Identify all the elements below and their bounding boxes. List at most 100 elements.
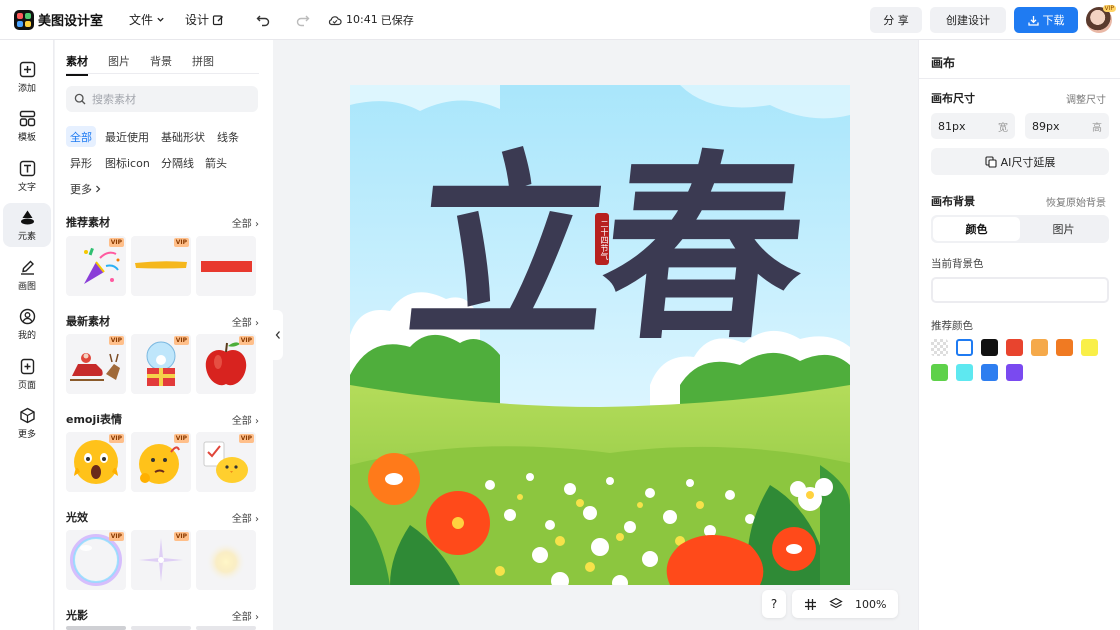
template-grid-icon [19,110,35,126]
section-all-recommended[interactable]: 全部 › [232,215,259,230]
chip-icons[interactable]: 图标icon [101,152,154,173]
vip-badge: VIP [108,238,124,247]
avatar[interactable]: VIP [1086,5,1116,33]
collapse-panel-button[interactable] [273,310,283,360]
chip-basic-shapes[interactable]: 基础形状 [157,126,209,147]
swatch-yellow[interactable] [1081,339,1098,356]
asset-thinking-face[interactable]: VIP [131,432,191,492]
help-button[interactable]: ? [762,590,786,618]
rail-item-template[interactable]: 模板 [3,104,51,148]
asset-star-sparkle[interactable]: VIP [131,530,191,590]
rail-item-mine[interactable]: 我的 [3,302,51,346]
width-unit: 宽 [998,122,1008,134]
redo-button[interactable] [294,11,312,29]
save-status-text: 已保存 [380,13,414,27]
chip-lines[interactable]: 线条 [213,126,243,147]
asset-snow-globe-gift[interactable]: VIP [131,334,191,394]
rail-label-elements: 元素 [17,231,36,242]
app-logo[interactable]: 美图设计室 [14,9,103,30]
create-design-button[interactable]: 创建设计 [930,7,1006,33]
chip-dividers[interactable]: 分隔线 [157,152,198,173]
asset-santa-sleigh[interactable]: VIP [66,334,126,394]
rail-item-add[interactable]: 添加 [3,55,51,99]
bg-type-color[interactable]: 颜色 [933,217,1020,241]
section-all-light-effects[interactable]: 全部 › [232,510,259,525]
properties-panel: 画布 画布尺寸 调整尺寸 81px 宽 89px 高 AI尺寸延展 画布背景 恢… [918,40,1120,630]
file-menu[interactable]: 文件 [129,11,165,28]
page-add-icon [20,358,34,374]
ai-size-extend-button[interactable]: AI尺寸延展 [931,148,1109,175]
download-icon [1027,15,1039,26]
chip-arrows[interactable]: 箭头 [201,152,231,173]
section-all-emoji[interactable]: 全部 › [232,412,259,427]
rail-item-more[interactable]: 更多 [3,401,51,445]
rail-item-text[interactable]: 文字 [3,154,51,198]
swatch-red[interactable] [1006,339,1023,356]
vip-badge: VIP [108,434,124,443]
section-all-light-shadow[interactable]: 全部 › [232,608,259,623]
current-bg-label: 当前背景色 [931,258,984,270]
asset-yellow-brush-stroke[interactable]: VIP [131,236,191,296]
draw-icon [20,260,34,275]
swatch-black[interactable] [981,339,998,356]
rail-item-elements[interactable]: 元素 [3,203,51,247]
chip-irregular[interactable]: 异形 [66,152,96,173]
current-bg-color-field[interactable] [931,277,1109,303]
swatch-white[interactable] [956,339,973,356]
restore-bg-link[interactable]: 恢复原始背景 [1046,194,1106,209]
asset-light-shadow-1[interactable] [66,626,126,630]
asset-red-apple[interactable]: VIP [196,334,256,394]
design-canvas[interactable]: 立春 二十四节气 [350,85,850,585]
height-value: 89px [1032,119,1060,133]
panel-title: 画布 [931,56,956,70]
asset-light-shadow-3[interactable] [196,626,256,630]
section-all-latest[interactable]: 全部 › [232,314,259,329]
rail-item-draw[interactable]: 画图 [3,253,51,297]
vip-badge: VIP [173,238,189,247]
asset-red-bar[interactable] [196,236,256,296]
width-field[interactable]: 81px 宽 [931,113,1015,139]
swatch-purple[interactable] [1006,364,1023,381]
ai-resize-icon [985,155,997,168]
zoom-level[interactable]: 100% [855,598,886,611]
swatch-light-orange[interactable] [1031,339,1048,356]
section-title-recommended: 推荐素材 [66,216,110,229]
asset-checklist-chick[interactable]: VIP [196,432,256,492]
asset-shocked-face[interactable]: VIP [66,432,126,492]
canvas-tool-group: 100% [792,590,899,618]
canvas-size-label: 画布尺寸 [931,92,975,105]
panel-divider [919,78,1120,79]
adjust-size-link[interactable]: 调整尺寸 [1066,91,1106,106]
chip-recent[interactable]: 最近使用 [101,126,153,147]
section-all-label: 全部 [231,612,252,623]
search-input[interactable]: 搜索素材 [66,86,258,112]
swatch-orange[interactable] [1056,339,1073,356]
canvas-toolbar: ? 100% [762,590,899,618]
avatar-vip-badge: VIP [1102,5,1116,12]
cube-icon [19,407,35,423]
design-menu[interactable]: 设计 [185,11,224,28]
rail-item-pages[interactable]: 页面 [3,352,51,396]
asset-soft-glow[interactable] [196,530,256,590]
cloud-icon [328,15,342,25]
chip-all[interactable]: 全部 [66,126,96,147]
swatch-blue[interactable] [981,364,998,381]
edit-icon [212,14,224,25]
asset-bubble-ring[interactable]: VIP [66,530,126,590]
swatch-green[interactable] [931,364,948,381]
chip-more[interactable]: 更多 [66,178,106,199]
seal-stamp[interactable]: 二十四节气 [595,213,609,265]
swatch-transparent[interactable] [931,339,948,356]
grid-icon[interactable] [804,598,817,611]
layers-icon[interactable] [829,597,843,611]
download-button[interactable]: 下载 [1014,7,1078,33]
vip-badge: VIP [108,532,124,541]
plus-square-icon [19,61,35,77]
asset-light-shadow-2[interactable] [131,626,191,630]
asset-party-popper[interactable]: VIP [66,236,126,296]
swatch-cyan[interactable] [956,364,973,381]
share-button[interactable]: 分 享 [870,7,922,33]
height-field[interactable]: 89px 高 [1025,113,1109,139]
bg-type-image[interactable]: 图片 [1020,217,1107,241]
undo-button[interactable] [254,11,272,29]
